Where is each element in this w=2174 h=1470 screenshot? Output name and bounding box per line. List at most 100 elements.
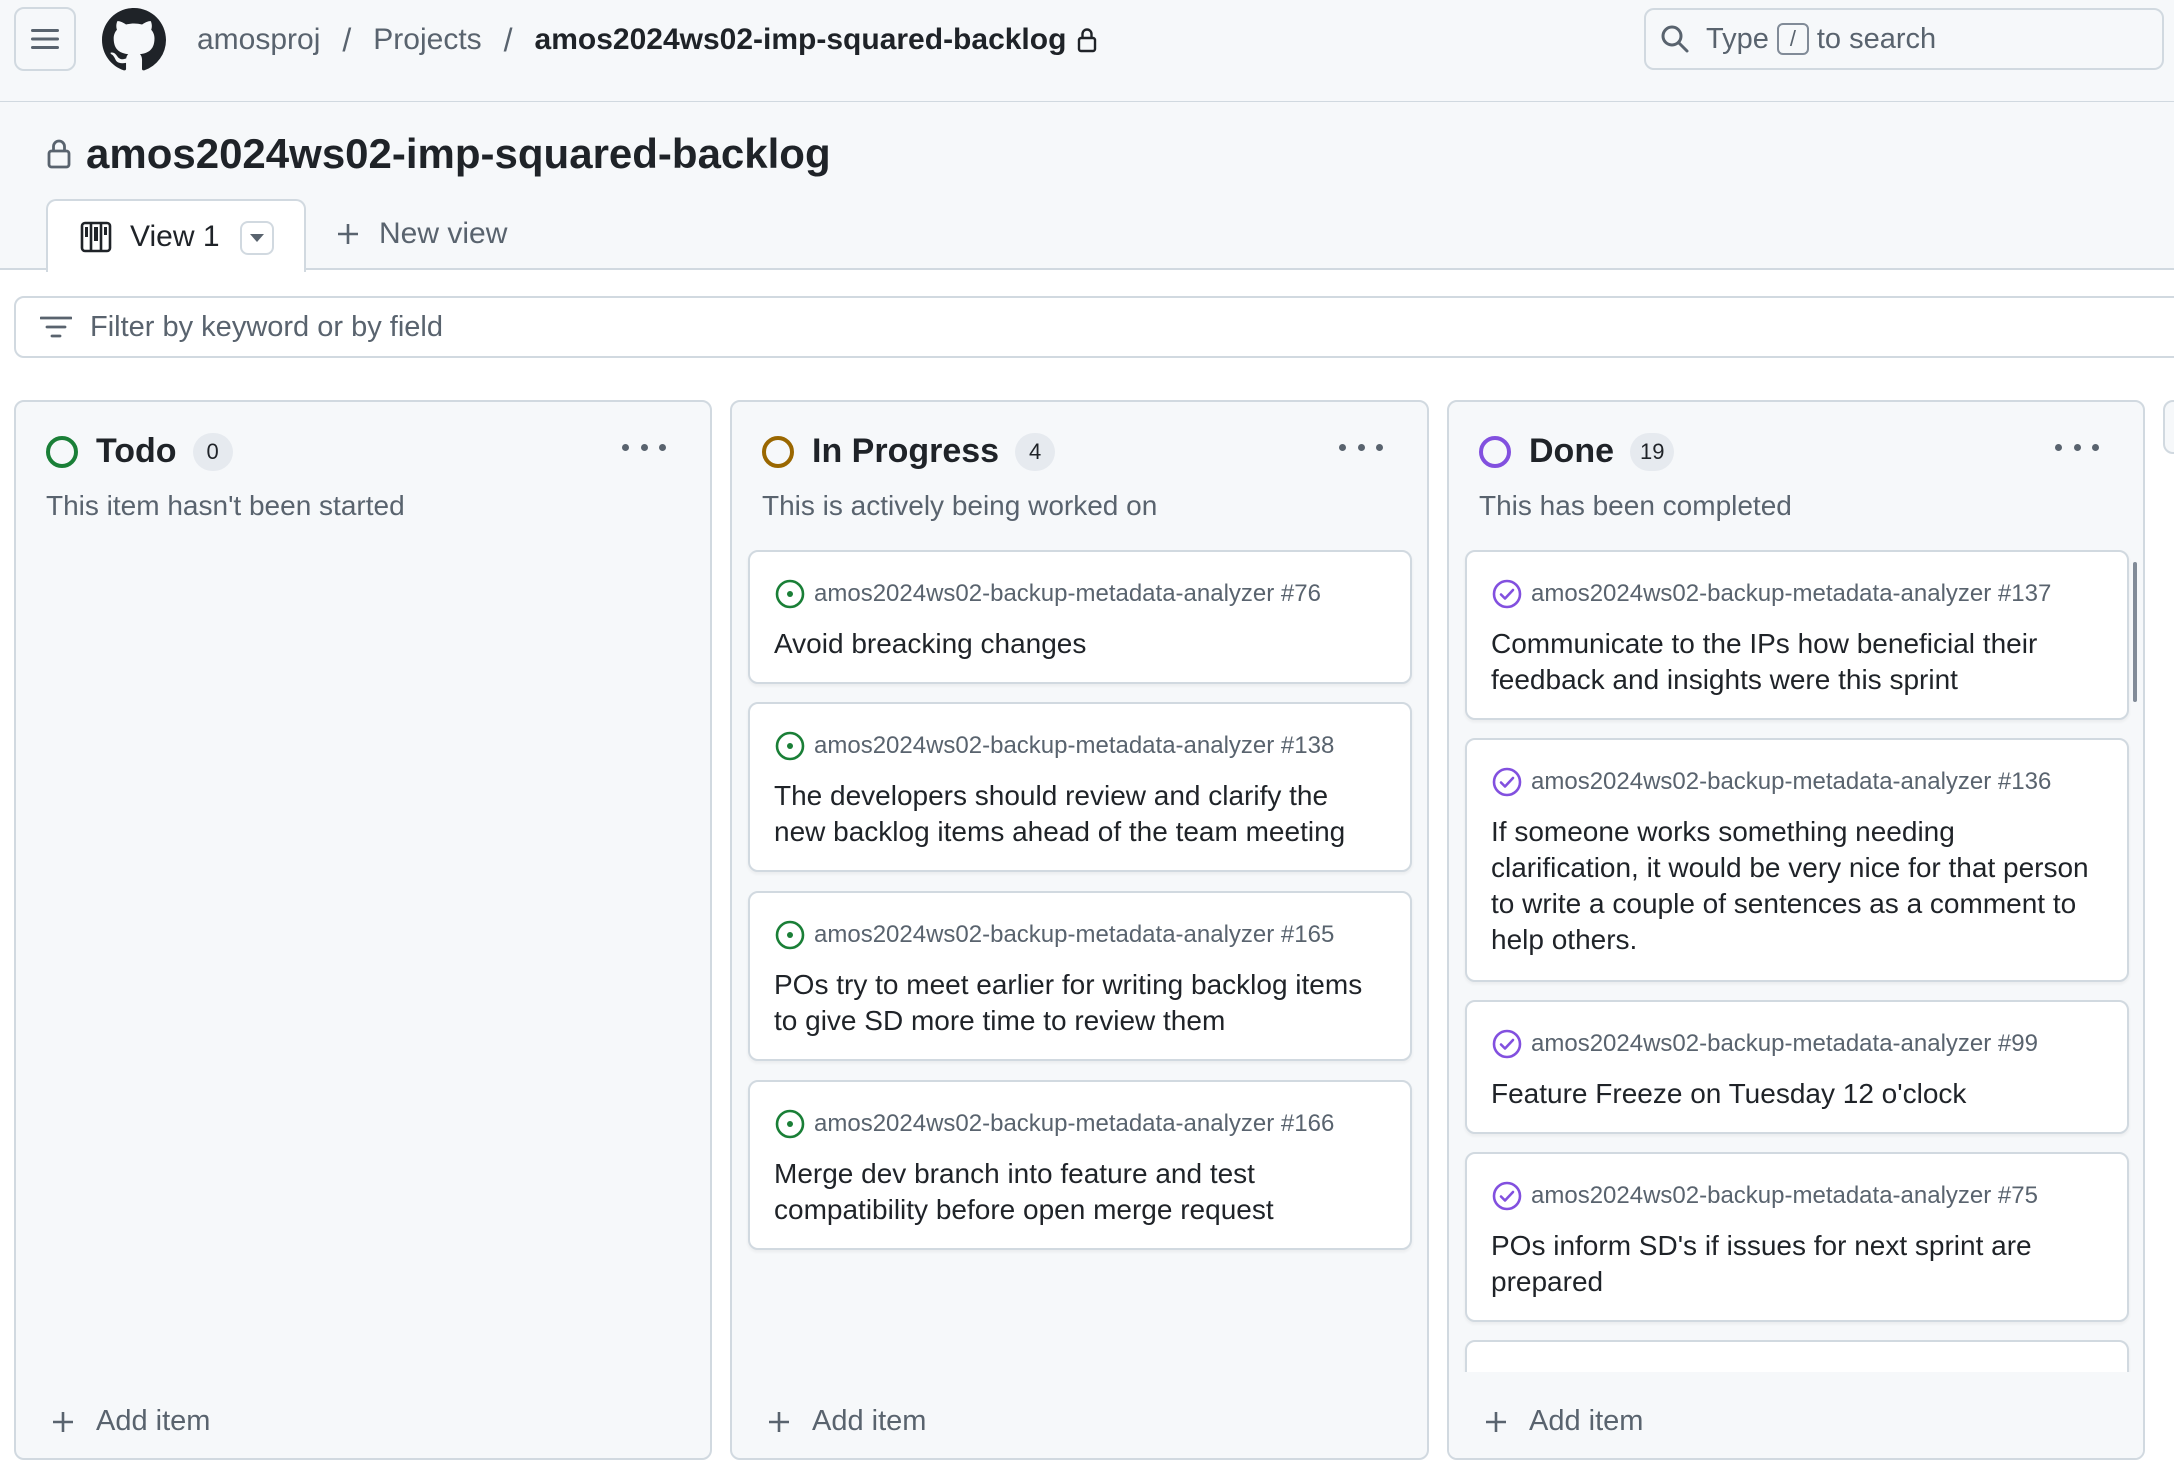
- search-input[interactable]: Type / to search: [1644, 8, 2164, 70]
- breadcrumb-project-link[interactable]: amos2024ws02-imp-squared-backlog: [535, 23, 1067, 57]
- column-in-progress: In Progress 4 This is actively being wor…: [730, 400, 1429, 1460]
- column-description: This is actively being worked on: [762, 490, 1158, 521]
- column-todo: Todo 0 This item hasn't been started Add…: [14, 400, 712, 1460]
- issue-opened-icon: [774, 578, 806, 610]
- card-title[interactable]: Merge dev branch into feature and test c…: [774, 1156, 1386, 1228]
- card-repo-ref[interactable]: amos2024ws02-backup-metadata-analyzer #7…: [1531, 1182, 2038, 1210]
- issue-card[interactable]: amos2024ws02-backup-metadata-analyzer #1…: [748, 1080, 1412, 1250]
- search-placeholder-before: Type: [1706, 22, 1769, 55]
- card-repo-ref[interactable]: amos2024ws02-backup-metadata-analyzer #1…: [814, 921, 1334, 949]
- issue-card[interactable]: amos2024ws02-backup-metadata-analyzer #1…: [748, 702, 1412, 872]
- issue-card[interactable]: amos2024ws02-backup-metadata-analyzer #9…: [1465, 1000, 2129, 1134]
- issue-closed-icon: [1491, 578, 1523, 610]
- column-header: Todo 0: [46, 432, 233, 471]
- search-shortcut-key: /: [1776, 23, 1809, 55]
- card-meta: amos2024ws02-backup-metadata-analyzer #9…: [1491, 1028, 2038, 1060]
- filter-input[interactable]: Filter by keyword or by field: [14, 296, 2174, 358]
- status-circle-icon: [46, 435, 78, 468]
- search-placeholder-after: to search: [1816, 22, 1937, 55]
- issue-opened-icon: [774, 1108, 806, 1140]
- card-meta: amos2024ws02-backup-metadata-analyzer #1…: [774, 919, 1334, 951]
- add-item-label: Add item: [96, 1405, 211, 1437]
- project-header: amos2024ws02-imp-squared-backlog View 1 …: [0, 102, 2174, 272]
- card-meta: amos2024ws02-backup-metadata-analyzer #1…: [1491, 766, 2051, 798]
- column-menu-button[interactable]: [1339, 432, 1383, 462]
- view-options-button[interactable]: [240, 221, 274, 255]
- column-count-badge: 19: [1630, 432, 1675, 471]
- add-item-button[interactable]: Add item: [50, 1405, 210, 1438]
- card-repo-ref[interactable]: amos2024ws02-backup-metadata-analyzer #1…: [814, 1110, 1334, 1138]
- card-repo-ref[interactable]: amos2024ws02-backup-metadata-analyzer #1…: [814, 732, 1334, 760]
- issue-card[interactable]: amos2024ws02-backup-metadata-analyzer #1…: [1465, 738, 2129, 982]
- issue-closed-icon: [1491, 1180, 1523, 1212]
- breadcrumb-separator: /: [503, 21, 513, 58]
- plus-icon: [338, 224, 358, 244]
- card-repo-ref[interactable]: amos2024ws02-backup-metadata-analyzer #1…: [1531, 768, 2051, 796]
- triangle-down-icon: [250, 234, 264, 242]
- tab-view-1[interactable]: View 1: [46, 199, 306, 272]
- issue-opened-icon: [774, 730, 806, 762]
- card-title[interactable]: POs try to meet earlier for writing back…: [774, 967, 1386, 1039]
- card-meta: amos2024ws02-backup-metadata-analyzer #1…: [774, 1108, 1334, 1140]
- search-icon: [1661, 25, 1689, 53]
- column-description: This has been completed: [1479, 490, 1792, 521]
- column-next-partial: [2163, 400, 2174, 454]
- card-title[interactable]: POs inform SD's if issues for next sprin…: [1491, 1228, 2103, 1300]
- filter-icon: [40, 316, 72, 338]
- top-bar: amosproj / Projects / amos2024ws02-imp-s…: [0, 0, 2174, 102]
- issue-opened-icon: [774, 919, 806, 951]
- tab-view-1-label: View 1: [130, 219, 220, 253]
- column-menu-button[interactable]: [622, 432, 666, 462]
- column-count-badge: 0: [192, 432, 233, 471]
- breadcrumb: amosproj / Projects / amos2024ws02-imp-s…: [197, 18, 1098, 62]
- column-header: In Progress 4: [762, 432, 1056, 471]
- column-scrollbar[interactable]: [2133, 562, 2137, 702]
- filter-placeholder: Filter by keyword or by field: [90, 310, 443, 343]
- card-repo-ref[interactable]: amos2024ws02-backup-metadata-analyzer #7…: [814, 580, 1321, 608]
- column-title: Todo: [96, 432, 177, 470]
- card-meta: amos2024ws02-backup-metadata-analyzer #7…: [774, 578, 1321, 610]
- card-meta: amos2024ws02-backup-metadata-analyzer #7…: [1491, 1180, 2038, 1212]
- card-title[interactable]: Feature Freeze on Tuesday 12 o'clock: [1491, 1076, 2103, 1112]
- add-item-label: Add item: [812, 1405, 927, 1437]
- card-meta: amos2024ws02-backup-metadata-analyzer #1…: [1491, 578, 2051, 610]
- add-item-label: Add item: [1529, 1405, 1644, 1437]
- issue-closed-icon: [1491, 766, 1523, 798]
- add-item-button[interactable]: Add item: [1483, 1405, 1643, 1438]
- issue-card[interactable]: amos2024ws02-backup-metadata-analyzer #7…: [748, 550, 1412, 684]
- card-title[interactable]: The developers should review and clarify…: [774, 778, 1386, 850]
- hamburger-icon: [31, 29, 59, 49]
- status-circle-icon: [762, 435, 794, 468]
- column-header: Done 19: [1479, 432, 1675, 471]
- add-item-button[interactable]: Add item: [766, 1405, 926, 1438]
- column-title: Done: [1529, 432, 1614, 470]
- status-circle-icon: [1479, 435, 1511, 468]
- card-meta: amos2024ws02-backup-metadata-analyzer #1…: [774, 730, 1334, 762]
- menu-button[interactable]: [14, 7, 76, 71]
- card-title[interactable]: Avoid breacking changes: [774, 626, 1386, 662]
- github-logo-icon[interactable]: [102, 8, 166, 72]
- card-repo-ref[interactable]: amos2024ws02-backup-metadata-analyzer #1…: [1531, 580, 2051, 608]
- new-view-button[interactable]: New view: [335, 217, 507, 251]
- breadcrumb-org-link[interactable]: amosproj: [197, 23, 320, 57]
- breadcrumb-separator: /: [342, 21, 352, 58]
- card-title[interactable]: If someone works something needing clari…: [1491, 814, 2103, 958]
- card-title[interactable]: Communicate to the IPs how beneficial th…: [1491, 626, 2103, 698]
- column-title: In Progress: [812, 432, 1000, 470]
- lock-icon: [1076, 27, 1098, 53]
- column-description: This item hasn't been started: [46, 490, 405, 521]
- card-repo-ref[interactable]: amos2024ws02-backup-metadata-analyzer #9…: [1531, 1030, 2038, 1058]
- column-menu-button[interactable]: [2055, 432, 2099, 462]
- plus-icon: [53, 1411, 73, 1432]
- new-view-label: New view: [379, 217, 508, 250]
- breadcrumb-projects-link[interactable]: Projects: [373, 23, 481, 57]
- page-title: amos2024ws02-imp-squared-backlog: [46, 130, 831, 178]
- plus-icon: [769, 1411, 789, 1432]
- issue-card[interactable]: amos2024ws02-backup-metadata-analyzer #1…: [748, 891, 1412, 1061]
- issue-card[interactable]: amos2024ws02-backup-metadata-analyzer #7…: [1465, 1152, 2129, 1322]
- column-done: Done 19 This has been completed amos2024…: [1447, 400, 2145, 1460]
- issue-card[interactable]: amos2024ws02-backup-metadata-analyzer #1…: [1465, 550, 2129, 720]
- project-title-text: amos2024ws02-imp-squared-backlog: [86, 130, 831, 177]
- plus-icon: [1486, 1411, 1506, 1432]
- column-count-badge: 4: [1015, 432, 1056, 471]
